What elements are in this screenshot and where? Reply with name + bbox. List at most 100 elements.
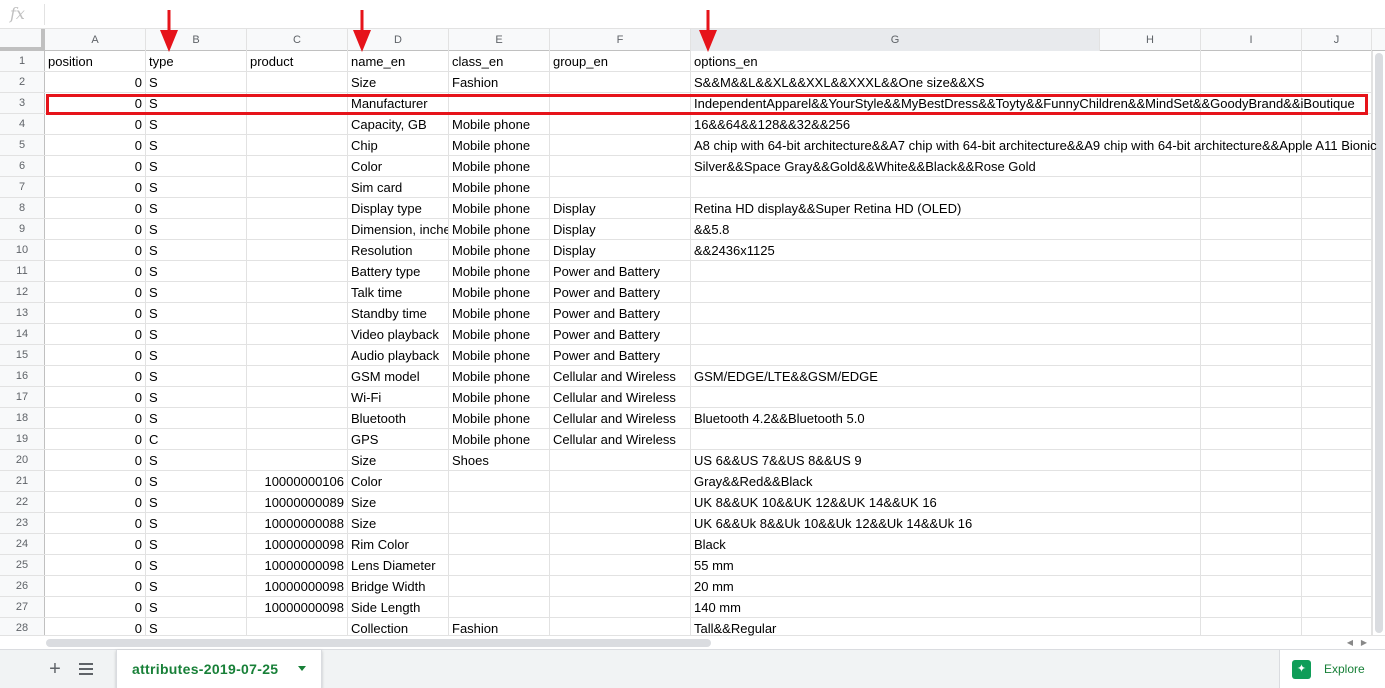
row-header[interactable]: 25: [0, 555, 45, 575]
cell-b[interactable]: S: [146, 198, 247, 218]
cell-e[interactable]: Mobile phone: [449, 408, 550, 428]
cell-g[interactable]: Black: [691, 534, 1372, 554]
cell-e[interactable]: [449, 513, 550, 533]
cell-e[interactable]: Mobile phone: [449, 135, 550, 155]
cell-e[interactable]: [449, 597, 550, 617]
cell-c[interactable]: [247, 282, 348, 302]
cell-d[interactable]: Battery type: [348, 261, 449, 281]
cell-f[interactable]: Cellular and Wireless: [550, 366, 691, 386]
cell-e[interactable]: Mobile phone: [449, 177, 550, 197]
cell-f[interactable]: [550, 492, 691, 512]
scroll-left-icon[interactable]: ◀: [1344, 638, 1356, 648]
cell-c[interactable]: [247, 429, 348, 449]
cell-g[interactable]: [691, 429, 1372, 449]
cell-e[interactable]: Shoes: [449, 450, 550, 470]
cell-g[interactable]: [691, 282, 1372, 302]
cell-c[interactable]: [247, 324, 348, 344]
cell-a[interactable]: 0: [45, 240, 146, 260]
cell-g[interactable]: [691, 177, 1372, 197]
select-all-corner[interactable]: [0, 29, 45, 51]
cell-d[interactable]: Lens Diameter: [348, 555, 449, 575]
cell-f[interactable]: [550, 450, 691, 470]
cell-d[interactable]: Resolution: [348, 240, 449, 260]
cell-a[interactable]: position: [45, 51, 146, 71]
row-header[interactable]: 14: [0, 324, 45, 344]
cell-b[interactable]: S: [146, 261, 247, 281]
cell-f[interactable]: [550, 513, 691, 533]
cell-a[interactable]: 0: [45, 324, 146, 344]
cell-d[interactable]: Bridge Width: [348, 576, 449, 596]
cell-e[interactable]: [449, 492, 550, 512]
cell-c[interactable]: [247, 114, 348, 134]
cell-e[interactable]: class_en: [449, 51, 550, 71]
cell-f[interactable]: Cellular and Wireless: [550, 429, 691, 449]
cell-a[interactable]: 0: [45, 471, 146, 491]
column-header-i[interactable]: I: [1201, 29, 1302, 51]
cell-b[interactable]: S: [146, 240, 247, 260]
row-header[interactable]: 22: [0, 492, 45, 512]
cell-f[interactable]: [550, 135, 691, 155]
cell-g[interactable]: Tall&&Regular: [691, 618, 1372, 638]
row-header[interactable]: 13: [0, 303, 45, 323]
all-sheets-button[interactable]: [77, 660, 95, 678]
column-header-e[interactable]: E: [449, 29, 550, 51]
cell-c[interactable]: 10000000089: [247, 492, 348, 512]
cell-e[interactable]: [449, 576, 550, 596]
cell-e[interactable]: Mobile phone: [449, 240, 550, 260]
cell-c[interactable]: 10000000088: [247, 513, 348, 533]
cell-a[interactable]: 0: [45, 429, 146, 449]
cell-e[interactable]: Mobile phone: [449, 198, 550, 218]
cell-a[interactable]: 0: [45, 492, 146, 512]
cell-b[interactable]: S: [146, 513, 247, 533]
cell-b[interactable]: S: [146, 282, 247, 302]
cell-f[interactable]: [550, 156, 691, 176]
cell-d[interactable]: Bluetooth: [348, 408, 449, 428]
cell-d[interactable]: Size: [348, 72, 449, 92]
cell-c[interactable]: [247, 387, 348, 407]
cell-a[interactable]: 0: [45, 198, 146, 218]
cell-a[interactable]: 0: [45, 387, 146, 407]
cell-e[interactable]: Mobile phone: [449, 282, 550, 302]
cell-e[interactable]: [449, 93, 550, 113]
cell-c[interactable]: 10000000098: [247, 576, 348, 596]
row-header[interactable]: 2: [0, 72, 45, 92]
cell-a[interactable]: 0: [45, 303, 146, 323]
explore-button[interactable]: ✦ Explore: [1279, 650, 1385, 688]
cell-f[interactable]: [550, 177, 691, 197]
sheet-tab[interactable]: attributes-2019-07-25: [116, 650, 322, 688]
cell-c[interactable]: [247, 261, 348, 281]
cell-c[interactable]: [247, 156, 348, 176]
cell-f[interactable]: [550, 576, 691, 596]
cell-a[interactable]: 0: [45, 366, 146, 386]
horizontal-scroll-thumb[interactable]: [46, 639, 711, 647]
cell-e[interactable]: [449, 555, 550, 575]
cell-c[interactable]: 10000000098: [247, 534, 348, 554]
cell-e[interactable]: Mobile phone: [449, 324, 550, 344]
cell-d[interactable]: Chip: [348, 135, 449, 155]
cell-b[interactable]: S: [146, 324, 247, 344]
cell-d[interactable]: Sim card: [348, 177, 449, 197]
cell-c[interactable]: product: [247, 51, 348, 71]
cell-g[interactable]: [691, 261, 1372, 281]
cell-e[interactable]: [449, 471, 550, 491]
cell-b[interactable]: C: [146, 429, 247, 449]
row-header[interactable]: 1: [0, 51, 45, 71]
cell-d[interactable]: Rim Color: [348, 534, 449, 554]
cell-g[interactable]: &&2436x1125: [691, 240, 1372, 260]
row-header[interactable]: 10: [0, 240, 45, 260]
cell-a[interactable]: 0: [45, 282, 146, 302]
column-header-c[interactable]: C: [247, 29, 348, 51]
cell-d[interactable]: Video playback: [348, 324, 449, 344]
cell-c[interactable]: [247, 177, 348, 197]
cell-f[interactable]: Cellular and Wireless: [550, 408, 691, 428]
cell-e[interactable]: Mobile phone: [449, 303, 550, 323]
row-header[interactable]: 7: [0, 177, 45, 197]
row-header[interactable]: 8: [0, 198, 45, 218]
cell-e[interactable]: Fashion: [449, 72, 550, 92]
cell-a[interactable]: 0: [45, 261, 146, 281]
cell-a[interactable]: 0: [45, 177, 146, 197]
cell-a[interactable]: 0: [45, 408, 146, 428]
cell-b[interactable]: S: [146, 534, 247, 554]
cell-g[interactable]: Bluetooth 4.2&&Bluetooth 5.0: [691, 408, 1372, 428]
cell-g[interactable]: 20 mm: [691, 576, 1372, 596]
